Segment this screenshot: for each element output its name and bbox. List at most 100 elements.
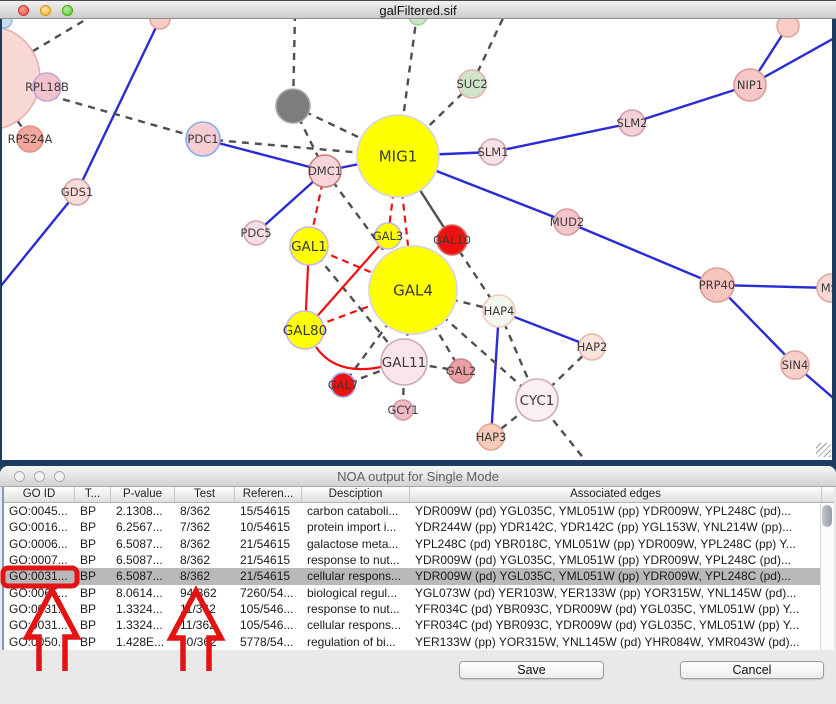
graph-edge (491, 311, 499, 437)
column-header[interactable]: Desciption (302, 487, 410, 502)
save-button[interactable]: Save (459, 661, 604, 679)
table-cell: BP (75, 585, 111, 601)
table-cell: 7/362 (175, 519, 235, 535)
graph-node-label: SUC2 (456, 77, 487, 91)
table-body: GO:0045...BP2.1308...8/36215/54615carbon… (4, 503, 834, 650)
graph-node-label: SIN4 (782, 358, 809, 372)
table-cell: 8/362 (175, 503, 235, 519)
cancel-button[interactable]: Cancel (680, 661, 824, 679)
table-cell: 6.2567... (111, 519, 175, 535)
table-cell: YPL248C (pd) YBR018C, YML051W (pp) YDR00… (410, 536, 822, 552)
graph-edge (316, 347, 381, 369)
table-cell: 21/54615 (235, 536, 302, 552)
table-cell: YDR009W (pd) YGL035C, YML051W (pp) YDR00… (410, 552, 822, 568)
table-row[interactable]: GO:0016...BP6.2567...7/36210/54615protei… (4, 519, 834, 535)
column-header[interactable]: GO ID (4, 487, 75, 502)
column-header[interactable]: P-value (111, 487, 175, 502)
table-cell: cellular respons... (302, 568, 410, 584)
network-window-title: galFiltered.sif (0, 3, 836, 18)
noa-window-titlebar[interactable]: NOA output for Single Mode (0, 466, 836, 487)
table-cell: GO:0050... (4, 634, 75, 650)
table-row[interactable]: GO:0065...BP8.0614...94/3627260/54...bio… (4, 585, 834, 601)
network-window: RPL18BRPS24AGDS1PDC1MIG1DMC1PDC5SUC2SLM1… (0, 0, 836, 460)
graph-node-label: GAL1 (291, 239, 327, 255)
table-row[interactable]: GO:0031...BP1.3324...11/362105/546...res… (4, 601, 834, 617)
table-cell: response to nut... (302, 601, 410, 617)
vertical-scrollbar[interactable] (820, 503, 834, 650)
graph-node-label: GDS1 (61, 185, 93, 199)
table-cell: protein import i... (302, 519, 410, 535)
table-cell: YFR034C (pd) YBR093C, YDR009W (pd) YGL03… (410, 601, 822, 617)
table-row[interactable]: GO:0045...BP2.1308...8/36215/54615carbon… (4, 503, 834, 519)
table-cell: 8/362 (175, 536, 235, 552)
column-header[interactable]: T... (75, 487, 111, 502)
network-window-titlebar[interactable]: galFiltered.sif (0, 0, 836, 19)
table-cell: GO:0031... (4, 568, 75, 584)
graph-node-label: NIP1 (737, 78, 763, 92)
graph-node-label: GAL3 (373, 229, 404, 243)
graph-node-label: GAL7 (328, 378, 359, 392)
column-header[interactable]: Referen... (235, 487, 302, 502)
table-cell: 1.428E... (111, 634, 175, 650)
graph-node-label: SLM1 (478, 145, 509, 159)
graph-node[interactable] (0, 26, 40, 130)
table-cell: 105/546... (235, 601, 302, 617)
table-row[interactable]: GO:0031...BP1.3324...11/362105/546...cel… (4, 617, 834, 633)
table-cell: 105/546... (235, 617, 302, 633)
table-cell: BP (75, 568, 111, 584)
noa-results-table: GO IDT...P-valueTestReferen...Desciption… (2, 487, 834, 650)
graph-node-label: GAL4 (393, 281, 433, 299)
table-cell: 2.1308... (111, 503, 175, 519)
table-row[interactable]: GO:0050...BP1.428E...80/3625778/54...reg… (4, 634, 834, 650)
table-cell: 21/54615 (235, 552, 302, 568)
table-cell: 15/54615 (235, 503, 302, 519)
graph-node-label: MIG1 (379, 147, 418, 165)
table-header-row[interactable]: GO IDT...P-valueTestReferen...Desciption… (4, 487, 834, 503)
table-cell: cellular respons... (302, 617, 410, 633)
graph-edge (493, 123, 632, 152)
table-cell: 7260/54... (235, 585, 302, 601)
graph-edge (567, 222, 717, 285)
graph-node-label: HAP2 (577, 340, 608, 354)
table-cell: GO:0007... (4, 552, 75, 568)
graph-node-label: GAL80 (283, 323, 327, 339)
noa-window-title: NOA output for Single Mode (0, 469, 836, 484)
graph-node-label: GAL10 (433, 233, 471, 247)
table-cell: 8/362 (175, 568, 235, 584)
table-row[interactable]: GO:0031...BP6.5087...8/36221/54615cellul… (4, 568, 834, 584)
table-cell: 8.0614... (111, 585, 175, 601)
table-row[interactable]: GO:0007...BP6.5087...8/36221/54615respon… (4, 552, 834, 568)
table-cell: BP (75, 536, 111, 552)
window-border-left (0, 19, 2, 460)
graph-node-label: SLM2 (617, 116, 648, 130)
table-cell: YDR009W (pd) YGL035C, YML051W (pp) YDR00… (410, 568, 822, 584)
table-row[interactable]: GO:0006...BP6.5087...8/36221/54615galact… (4, 536, 834, 552)
graph-node-label: RPS24A (8, 132, 53, 146)
table-cell: YDR009W (pd) YGL035C, YML051W (pp) YDR00… (410, 503, 822, 519)
graph-node-label: HAP3 (476, 430, 507, 444)
column-header[interactable]: Test (175, 487, 235, 502)
graph-node-label: CYC1 (520, 393, 555, 409)
table-cell: BP (75, 552, 111, 568)
scrollbar-thumb[interactable] (822, 505, 832, 527)
table-cell: YER133W (pp) YOR315W, YNL145W (pd) YHR08… (410, 634, 822, 650)
graph-node-label: GAL2 (446, 364, 477, 378)
window-border-right (832, 19, 836, 460)
table-cell: regulation of bi... (302, 634, 410, 650)
table-cell: GO:0016... (4, 519, 75, 535)
column-header[interactable]: Associated edges (410, 487, 822, 502)
table-cell: 94/362 (175, 585, 235, 601)
table-cell: 5778/54... (235, 634, 302, 650)
graph-node[interactable] (276, 89, 310, 123)
graph-edge (77, 19, 160, 192)
network-canvas[interactable]: RPL18BRPS24AGDS1PDC1MIG1DMC1PDC5SUC2SLM1… (0, 0, 836, 460)
column-header-spacer (822, 487, 834, 502)
graph-node-label: PDC1 (187, 132, 218, 146)
table-cell: 10/54615 (235, 519, 302, 535)
noa-output-window: NOA output for Single Mode GO IDT...P-va… (0, 466, 836, 704)
resize-grip-icon[interactable] (816, 443, 831, 457)
graph-node-label: GCY1 (387, 403, 418, 417)
table-cell: YDR244W (pp) YDR142C, YDR142C (pp) YGL15… (410, 519, 822, 535)
table-cell: GO:0031... (4, 617, 75, 633)
graph-node-label: MUD2 (550, 215, 585, 229)
